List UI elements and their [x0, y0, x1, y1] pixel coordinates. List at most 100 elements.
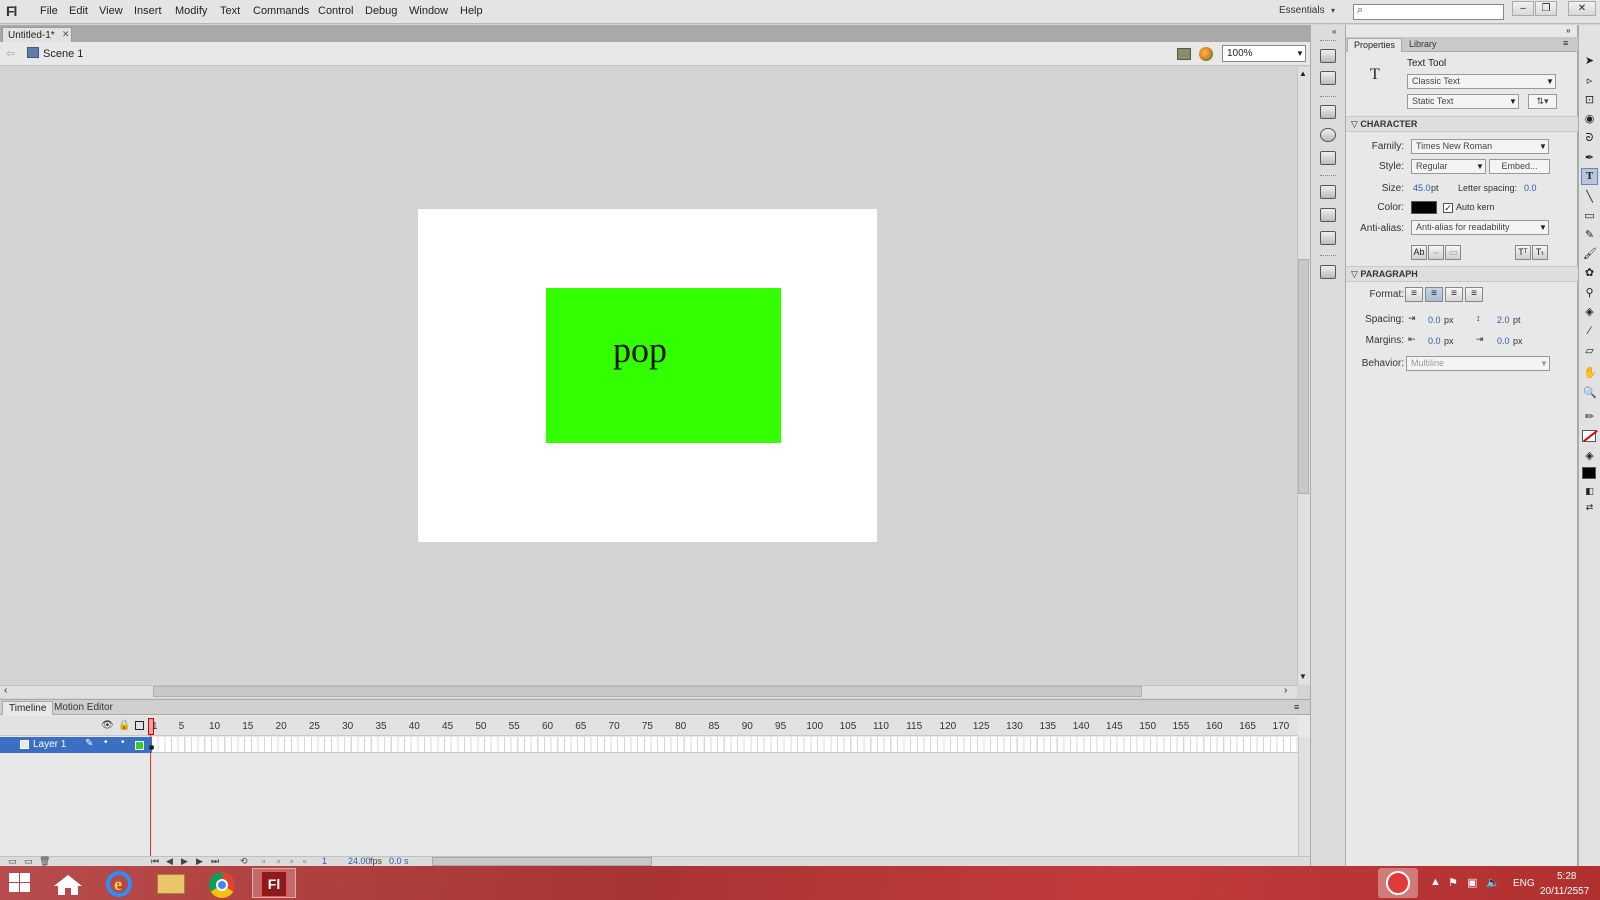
zoom-tool-icon[interactable]: 🔍 — [1583, 387, 1597, 400]
outline-icon[interactable] — [135, 721, 144, 730]
panel-grip[interactable] — [1320, 175, 1336, 176]
expand-panel-icon[interactable]: » — [1566, 26, 1570, 35]
selectable-icon[interactable]: Ab — [1411, 245, 1427, 260]
letter-spacing-value[interactable]: 0.0 — [1524, 183, 1537, 193]
bone-tool-icon[interactable]: ⚲ — [1583, 287, 1596, 300]
font-family-select[interactable]: Times New Roman — [1411, 139, 1549, 154]
home-icon[interactable] — [53, 874, 83, 895]
menu-view[interactable]: View — [99, 5, 123, 17]
align-panel-icon[interactable] — [1320, 105, 1336, 119]
justify-button[interactable]: ≡ — [1465, 287, 1483, 302]
stage-vertical-scroll-thumb[interactable] — [1298, 259, 1309, 494]
menu-insert[interactable]: Insert — [134, 5, 162, 17]
zoom-select[interactable]: 100% — [1222, 45, 1306, 62]
auto-kern-checkbox[interactable]: ✓ — [1443, 203, 1453, 213]
hand-tool-icon[interactable]: ✋ — [1583, 367, 1597, 380]
align-center-button[interactable]: ≡ — [1425, 287, 1443, 302]
deco-tool-icon[interactable]: ✿ — [1583, 267, 1596, 280]
pencil-tool-icon[interactable]: ✎ — [1583, 229, 1596, 242]
code-snippets-icon[interactable] — [1320, 185, 1336, 199]
menu-file[interactable]: File — [40, 5, 58, 17]
line-tool-icon[interactable]: ╲ — [1583, 191, 1596, 204]
fill-color-swatch[interactable] — [1582, 467, 1596, 479]
menu-text[interactable]: Text — [220, 5, 240, 17]
pen-tool-icon[interactable]: ✒ — [1583, 152, 1596, 165]
left-margin-value[interactable]: 0.0 — [1428, 336, 1441, 346]
right-margin-value[interactable]: 0.0 — [1497, 336, 1510, 346]
panel-menu-icon[interactable]: ≡ — [1563, 38, 1568, 48]
timeline-vertical-scrollbar[interactable] — [1298, 737, 1310, 861]
back-arrow-icon[interactable]: ⇦ — [6, 47, 15, 60]
scroll-left-icon[interactable]: ‹ — [4, 685, 7, 696]
swatches-panel-icon[interactable] — [1320, 71, 1336, 85]
render-html-icon[interactable]: ⇔ — [1428, 245, 1444, 260]
character-section-header[interactable]: ▽ CHARACTER — [1346, 116, 1578, 132]
restore-button[interactable]: ❐ — [1535, 1, 1557, 16]
keyframe[interactable] — [149, 745, 154, 750]
tab-motion-editor[interactable]: Motion Editor — [48, 701, 119, 715]
start-button[interactable] — [8, 872, 32, 894]
lock-icon[interactable]: 🔒 — [118, 720, 130, 731]
swap-colors-icon[interactable]: ⇄ — [1583, 501, 1596, 514]
chevron-down-icon[interactable]: ▼ — [1509, 97, 1517, 106]
chevron-down-icon[interactable]: ▼ — [1539, 142, 1547, 151]
help-search-input[interactable] — [1353, 4, 1504, 20]
black-white-icon[interactable]: ◧ — [1583, 485, 1596, 498]
onion-outline-icon[interactable]: ▫ — [290, 856, 293, 866]
network-icon[interactable]: ▣ — [1467, 876, 1477, 889]
components-icon[interactable] — [1320, 208, 1336, 222]
edit-multiple-frames-icon[interactable]: ▫ — [303, 856, 306, 866]
text-type-select[interactable]: Static Text — [1407, 94, 1519, 109]
font-size-value[interactable]: 45.0 — [1413, 183, 1431, 193]
flash-app-icon[interactable]: Fl — [261, 871, 287, 897]
current-frame[interactable]: 1 — [322, 856, 327, 866]
menu-debug[interactable]: Debug — [365, 5, 397, 17]
orientation-select[interactable]: ⇅▾ — [1528, 94, 1557, 109]
show-hidden-icons-icon[interactable]: ▲ — [1430, 876, 1441, 888]
stage-text-field[interactable]: pop — [613, 329, 667, 371]
align-left-button[interactable]: ≡ — [1405, 287, 1423, 302]
tab-properties[interactable]: Properties — [1347, 38, 1403, 52]
menu-help[interactable]: Help — [460, 5, 483, 17]
antialias-select[interactable]: Anti-alias for readability — [1411, 220, 1549, 235]
scroll-up-icon[interactable]: ▲ — [1299, 69, 1307, 78]
input-language[interactable]: ENG — [1513, 878, 1535, 889]
menu-modify[interactable]: Modify — [175, 5, 207, 17]
transform-panel-icon[interactable] — [1320, 151, 1336, 165]
layer-visibility-dot[interactable]: • — [104, 737, 108, 748]
panel-grip[interactable] — [1320, 96, 1336, 97]
subselection-tool-icon[interactable]: ▹ — [1583, 75, 1596, 88]
close-window-button[interactable]: ✕ — [1568, 1, 1596, 16]
scroll-right-icon[interactable]: › — [1284, 685, 1287, 696]
indent-value[interactable]: 0.0 — [1428, 315, 1441, 325]
text-color-swatch[interactable] — [1411, 201, 1437, 214]
line-spacing-value[interactable]: 2.0 — [1497, 315, 1510, 325]
edit-scene-icon[interactable] — [1177, 48, 1191, 60]
brush-tool-icon[interactable]: 🖌 — [1583, 248, 1597, 261]
layer-frames[interactable] — [152, 737, 1298, 753]
info-panel-icon[interactable] — [1320, 128, 1336, 142]
panel-menu-icon[interactable]: ≡ — [1294, 702, 1299, 712]
project-panel-icon[interactable] — [1320, 265, 1336, 279]
stage-horizontal-scroll-thumb[interactable] — [153, 686, 1142, 697]
tab-library[interactable]: Library — [1403, 38, 1443, 52]
chevron-down-icon[interactable]: ▼ — [1546, 77, 1554, 86]
clock-time[interactable]: 5:28 — [1557, 871, 1576, 882]
panel-grip[interactable] — [1320, 40, 1336, 41]
rectangle-tool-icon[interactable]: ▭ — [1583, 210, 1596, 223]
frame-rate[interactable]: 24.00 — [348, 856, 371, 866]
tab-timeline[interactable]: Timeline — [2, 701, 54, 715]
chevron-down-icon[interactable]: ▼ — [1540, 359, 1548, 368]
embed-button[interactable]: Embed... — [1489, 159, 1550, 174]
subscript-icon[interactable]: Tₜ — [1532, 245, 1548, 260]
eraser-tool-icon[interactable]: ▱ — [1583, 345, 1596, 358]
scroll-down-icon[interactable]: ▼ — [1299, 672, 1307, 681]
lasso-tool-icon[interactable]: ᘐ — [1583, 132, 1596, 145]
behavior-select[interactable]: Multiline — [1406, 356, 1550, 371]
align-right-button[interactable]: ≡ — [1445, 287, 1463, 302]
paint-bucket-tool-icon[interactable]: ◈ — [1583, 306, 1596, 319]
edit-symbols-icon[interactable] — [1199, 47, 1213, 61]
font-style-select[interactable]: Regular — [1411, 159, 1486, 174]
menu-commands[interactable]: Commands — [253, 5, 309, 17]
layer-lock-dot[interactable]: • — [121, 737, 125, 748]
